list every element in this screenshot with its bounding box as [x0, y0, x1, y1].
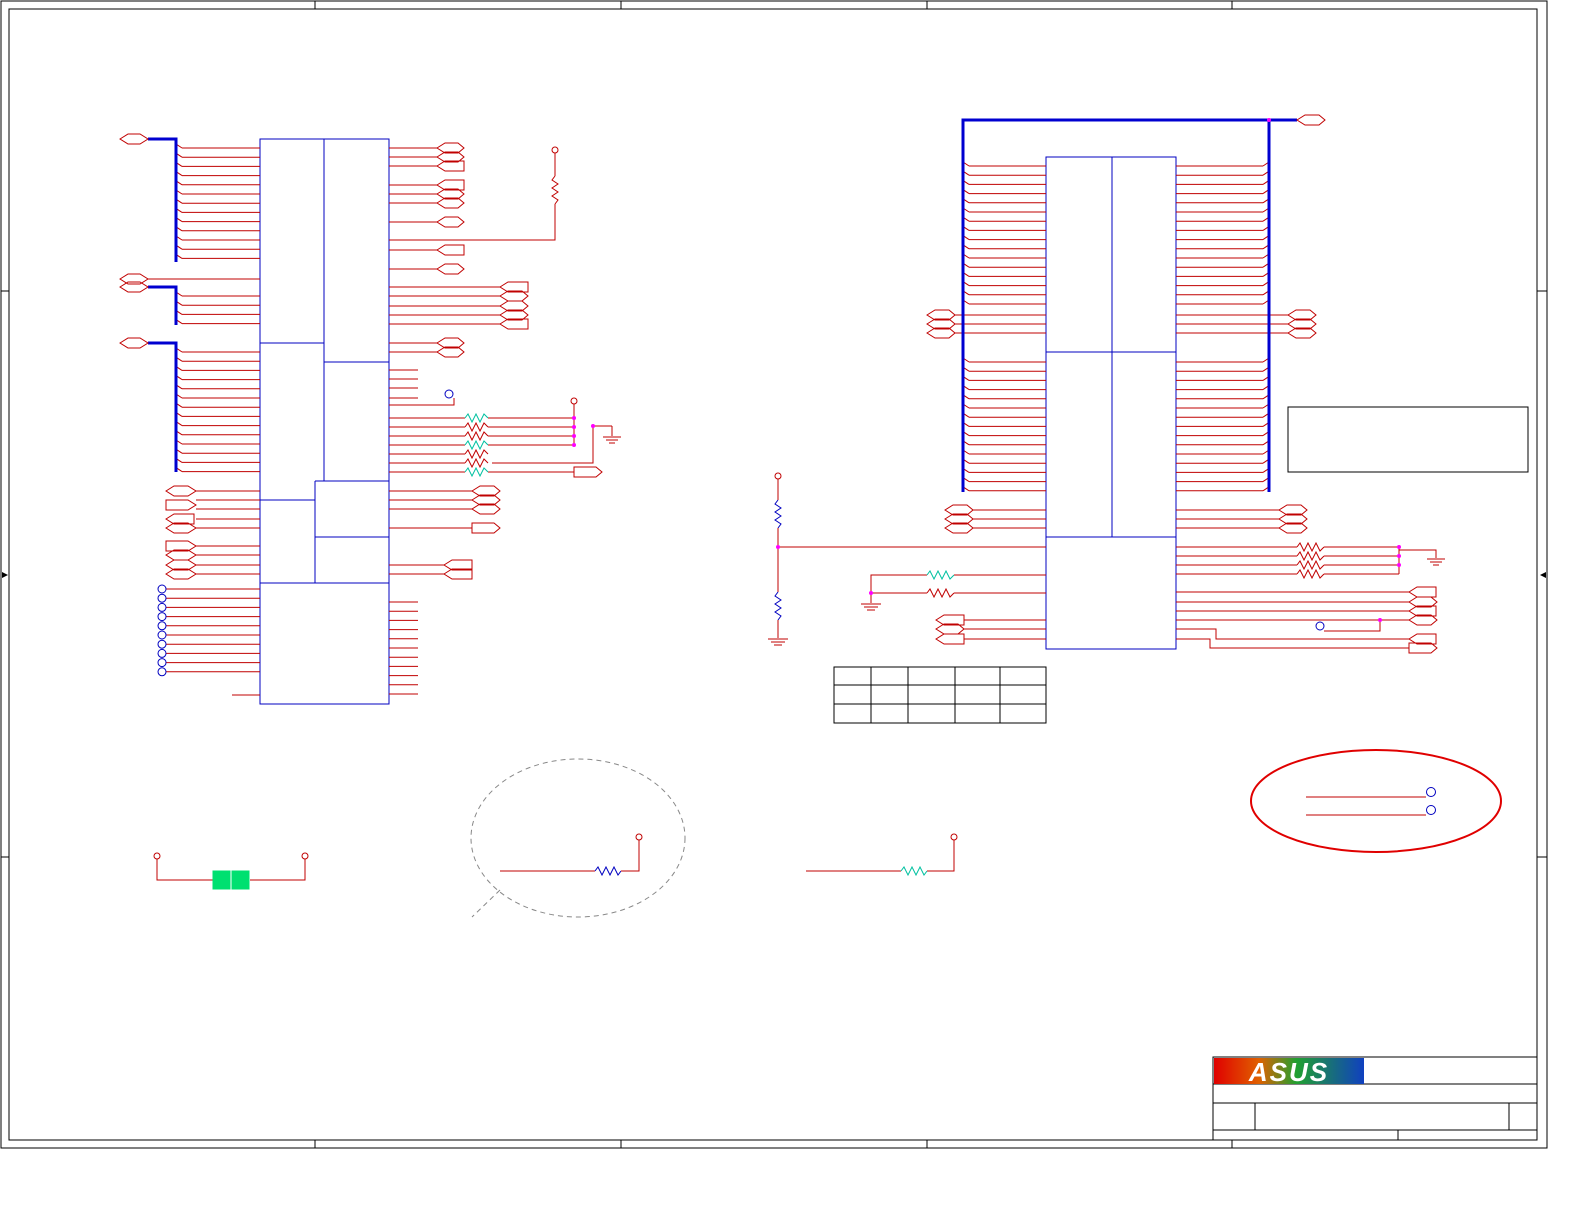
right-ic-terminators	[1176, 541, 1445, 649]
left-signal-ports	[165, 485, 197, 580]
jumper-circuit	[153, 852, 309, 881]
alt-resistor-circuit	[806, 833, 958, 877]
note-box	[1287, 406, 1529, 473]
svg-text:ASUS: ASUS	[1248, 1057, 1329, 1087]
schematic-sheet: ASUS	[0, 0, 1548, 1149]
right-junctions	[776, 118, 1401, 622]
left-ic-buses	[148, 137, 178, 472]
asus-logo: ASUS	[1214, 1057, 1364, 1087]
test-point	[157, 621, 167, 631]
right-test-pad	[1315, 621, 1325, 631]
left-ic-right-ports	[436, 142, 603, 580]
right-ic-buses	[961, 118, 1297, 492]
highlight-ellipse	[1250, 749, 1502, 853]
test-point	[157, 648, 167, 658]
test-point	[157, 593, 167, 603]
left-ic-block	[259, 138, 390, 705]
left-ic-terminators	[464, 412, 621, 478]
test-point	[157, 612, 167, 622]
detail-callout	[470, 758, 686, 918]
test-point	[157, 667, 167, 677]
right-ic-pin-wires	[955, 161, 1409, 640]
right-ic-ports	[926, 114, 1438, 654]
callout-resistor-circuit	[500, 833, 643, 877]
callout-leader	[471, 889, 501, 918]
test-point	[157, 630, 167, 640]
left-ic-left-pin-wires	[166, 143, 260, 696]
test-point	[157, 584, 167, 594]
left-junctions	[572, 416, 595, 447]
test-point	[157, 602, 167, 612]
jumper-component	[212, 870, 250, 890]
left-ic-right-pin-wires	[389, 147, 574, 695]
test-point	[157, 658, 167, 668]
test-pad-wire	[389, 398, 455, 406]
left-test-pad	[444, 389, 454, 399]
left-test-points	[157, 584, 167, 677]
highlight-test-points	[1306, 787, 1436, 816]
config-table	[833, 666, 1047, 724]
test-point	[157, 639, 167, 649]
right-ic-block	[1045, 156, 1177, 650]
right-ic-bias-network	[768, 472, 1046, 646]
